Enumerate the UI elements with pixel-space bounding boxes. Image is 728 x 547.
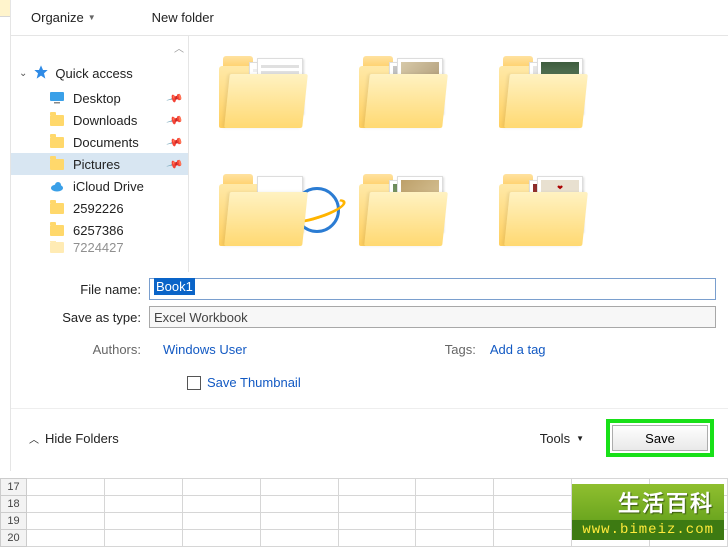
folder-icon — [49, 222, 65, 238]
nav-item-label: iCloud Drive — [73, 179, 144, 194]
caret-down-icon: ▼ — [576, 434, 584, 443]
folder-icon — [49, 112, 65, 128]
save-as-type-select[interactable]: Excel Workbook — [149, 306, 716, 328]
nav-item-folder-7224427[interactable]: 7224427 — [11, 241, 188, 253]
tools-label: Tools — [540, 431, 570, 446]
hide-folders-button[interactable]: ︿ Hide Folders — [29, 431, 119, 446]
dialog-footer: ︿ Hide Folders Tools ▼ Save — [11, 408, 728, 471]
folder-thumb[interactable] — [499, 56, 589, 134]
save-thumbnail-row: Save Thumbnail — [11, 367, 728, 408]
chevron-up-icon: ︿ — [29, 431, 39, 446]
save-thumbnail-checkbox[interactable] — [187, 376, 201, 390]
tags-label: Tags: — [445, 342, 476, 357]
authors-label: Authors: — [51, 342, 149, 357]
nav-item-icloud-drive[interactable]: iCloud Drive — [11, 175, 188, 197]
folder-icon — [49, 200, 65, 216]
row-header[interactable]: 19 — [1, 513, 27, 530]
watermark-url: www.bimeiz.com — [572, 520, 724, 540]
nav-item-label: Pictures — [73, 157, 120, 172]
chevron-down-icon: ⌄ — [19, 68, 27, 79]
folder-thumb[interactable] — [359, 56, 449, 134]
excel-left-strip — [0, 0, 10, 478]
save-button[interactable]: Save — [612, 425, 708, 451]
new-folder-button[interactable]: New folder — [144, 6, 222, 29]
pin-icon: 📌 — [166, 133, 184, 151]
folder-icon — [49, 134, 65, 150]
nav-item-pictures[interactable]: Pictures 📌 — [11, 153, 188, 175]
nav-item-documents[interactable]: Documents 📌 — [11, 131, 188, 153]
save-as-type-value: Excel Workbook — [154, 310, 248, 325]
metadata-row: Authors: Windows User Tags: Add a tag — [11, 338, 728, 367]
nav-item-label: Desktop — [73, 91, 121, 106]
file-name-label: File name: — [51, 282, 149, 297]
authors-value[interactable]: Windows User — [163, 342, 247, 357]
folder-icon — [49, 241, 65, 253]
tags-value[interactable]: Add a tag — [490, 342, 546, 357]
organize-button[interactable]: Organize ▼ — [23, 6, 104, 29]
nav-item-label: Downloads — [73, 113, 137, 128]
dialog-toolbar: Organize ▼ New folder — [11, 0, 728, 36]
quick-access-label: Quick access — [55, 66, 132, 81]
row-header[interactable]: 18 — [1, 496, 27, 513]
save-as-dialog: Organize ▼ New folder ︿ ⌄ Quick access D… — [10, 0, 728, 471]
folder-thumb[interactable] — [359, 174, 449, 252]
save-label: Save — [645, 431, 675, 446]
pin-icon: 📌 — [166, 155, 184, 173]
folder-thumb-ie[interactable] — [219, 174, 309, 252]
tools-button[interactable]: Tools ▼ — [540, 431, 584, 446]
desktop-icon — [49, 90, 65, 106]
nav-item-folder-6257386[interactable]: 6257386 — [11, 219, 188, 241]
star-icon — [33, 64, 49, 83]
nav-item-desktop[interactable]: Desktop 📌 — [11, 87, 188, 109]
pin-icon: 📌 — [166, 89, 184, 107]
file-name-value: Book1 — [154, 278, 195, 295]
quick-access-header[interactable]: ⌄ Quick access — [11, 60, 188, 87]
nav-item-label: 2592226 — [73, 201, 124, 216]
folder-icon — [49, 156, 65, 172]
caret-down-icon: ▼ — [88, 13, 96, 22]
row-header[interactable]: 17 — [1, 479, 27, 496]
nav-item-downloads[interactable]: Downloads 📌 — [11, 109, 188, 131]
cloud-icon — [49, 178, 65, 194]
new-folder-label: New folder — [152, 10, 214, 25]
file-name-input[interactable]: Book1 — [149, 278, 716, 300]
nav-item-label: 6257386 — [73, 223, 124, 238]
save-thumbnail-label: Save Thumbnail — [207, 375, 301, 390]
nav-item-folder-2592226[interactable]: 2592226 — [11, 197, 188, 219]
nav-item-label: Documents — [73, 135, 139, 150]
watermark-title: 生活百科 — [572, 484, 724, 520]
save-as-type-label: Save as type: — [51, 310, 149, 325]
nav-item-label: 7224427 — [73, 241, 124, 253]
pin-icon: 📌 — [166, 111, 184, 129]
organize-label: Organize — [31, 10, 84, 25]
watermark: 生活百科 www.bimeiz.com — [572, 484, 724, 540]
hide-folders-label: Hide Folders — [45, 431, 119, 446]
folder-thumb[interactable]: ❤ — [499, 174, 589, 252]
row-header[interactable]: 20 — [1, 530, 27, 547]
folder-thumb[interactable] — [219, 56, 309, 134]
folder-content-pane[interactable]: ❤ — [189, 36, 728, 272]
save-highlight: Save — [606, 419, 714, 457]
save-fields: File name: Book1 Save as type: Excel Wor… — [11, 272, 728, 338]
scroll-up-icon[interactable]: ︿ — [174, 40, 184, 55]
navigation-pane: ︿ ⌄ Quick access Desktop 📌 Downloads 📌 — [11, 36, 189, 272]
